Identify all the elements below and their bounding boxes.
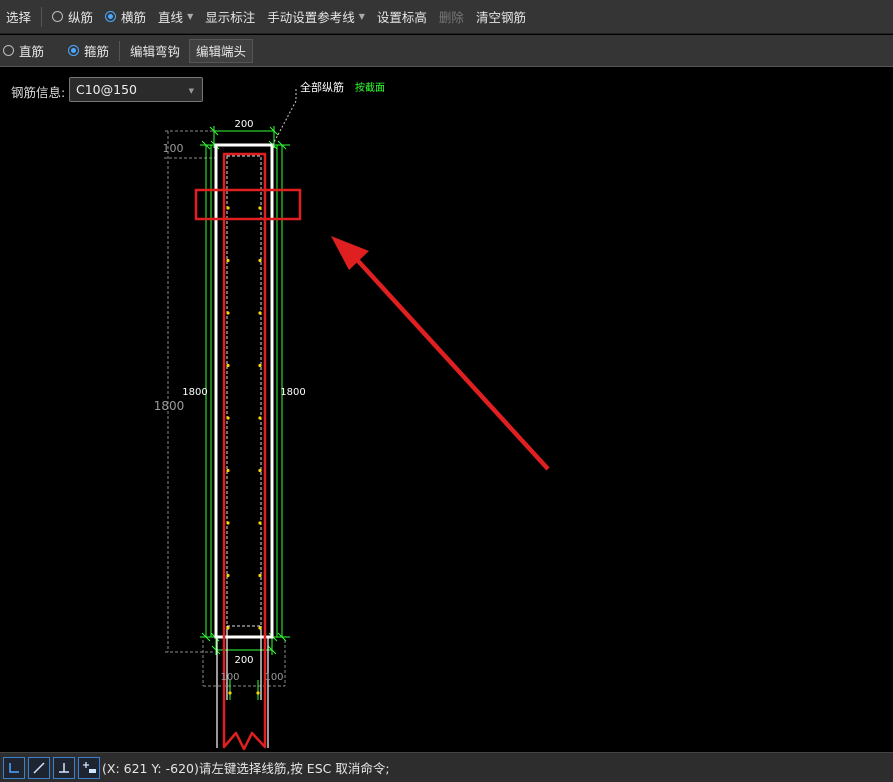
dim-height-left: 1800 (182, 387, 207, 398)
rebar-point[interactable] (258, 521, 262, 525)
dim-width-top: 200 (234, 119, 253, 130)
status-text: (X: 621 Y: -620)请左键选择线筋,按 ESC 取消命令; (102, 761, 390, 776)
leader-line (271, 89, 297, 147)
green-dimension-lines (200, 126, 290, 700)
red-arrow (331, 236, 550, 471)
add-dimension-icon[interactable] (78, 756, 100, 779)
line-draw-icon[interactable] (28, 756, 50, 779)
rebar-point[interactable] (258, 258, 262, 263)
dim-bottom-left: 100 (220, 672, 239, 683)
orthogonal-snap-icon[interactable] (3, 756, 25, 779)
rebar-point[interactable] (258, 363, 262, 368)
rebar-point[interactable] (226, 363, 230, 368)
rebar-point[interactable] (258, 573, 262, 578)
stirrup-dashed-line[interactable] (226, 155, 262, 627)
dim-width-bottom: 200 (234, 655, 253, 666)
by-section-link[interactable]: 按截面 (355, 81, 385, 94)
dimension-texts: 200 100 1800 1800 1800 200 100 100 全部纵筋 … (154, 80, 385, 683)
rebar-point[interactable] (258, 206, 262, 210)
rebar-point[interactable] (226, 311, 230, 315)
rebar-point[interactable] (226, 206, 230, 210)
rebar-point[interactable] (226, 521, 230, 525)
rebar-point[interactable] (226, 626, 230, 630)
rebar-point[interactable] (258, 311, 262, 315)
rebar-point[interactable] (226, 416, 230, 420)
rebar-point[interactable] (258, 626, 262, 630)
perpendicular-icon[interactable] (53, 756, 75, 779)
rebar-point[interactable] (256, 691, 260, 695)
dim-height-right: 1800 (280, 387, 305, 398)
rebar-point[interactable] (258, 416, 262, 420)
all-longitudinal-label[interactable]: 全部纵筋 (300, 80, 344, 94)
dim-bottom-right: 100 (264, 672, 283, 683)
rebar-point[interactable] (228, 691, 232, 695)
dim-height-outer: 1800 (154, 399, 185, 413)
rebar-points (226, 206, 262, 695)
rebar-point[interactable] (226, 468, 230, 473)
rebar-point[interactable] (258, 468, 262, 473)
highlight-box (194, 188, 302, 221)
dim-left-cover: 100 (163, 142, 184, 155)
rebar-point[interactable] (226, 573, 230, 578)
drawing-svg: 200 100 1800 1800 1800 200 100 100 全部纵筋 … (154, 80, 550, 751)
rebar-point[interactable] (226, 258, 230, 263)
status-bar: (X: 621 Y: -620)请左键选择线筋,按 ESC 取消命令; (0, 752, 893, 782)
